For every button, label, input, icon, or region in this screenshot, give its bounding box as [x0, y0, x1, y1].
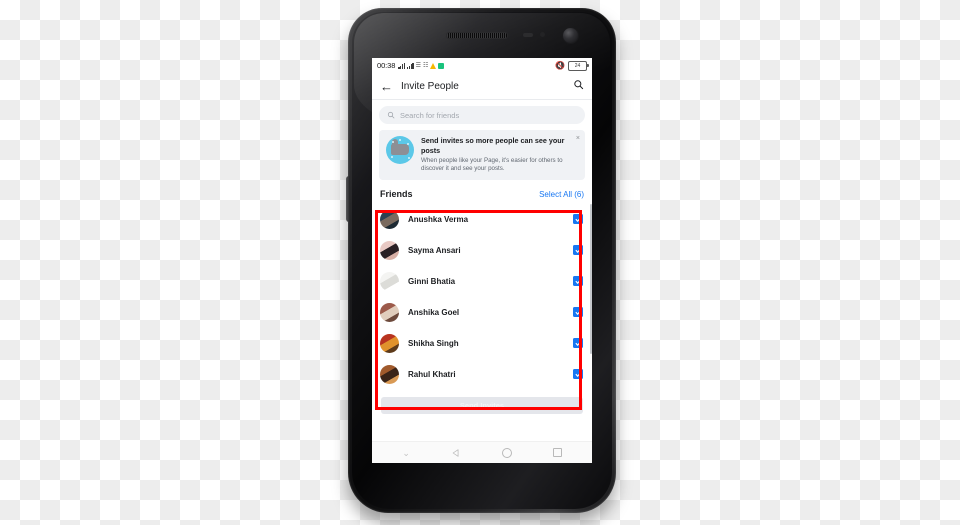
promo-banner-heading: Send invites so more people can see your…: [421, 136, 565, 155]
screenshot-canvas: 00:38 ☰ ☷ 🔇 24 ← Invite People Search fo…: [0, 0, 960, 525]
phone-screen: 00:38 ☰ ☷ 🔇 24 ← Invite People Search fo…: [372, 58, 592, 463]
promo-banner[interactable]: Send invites so more people can see your…: [379, 130, 585, 180]
friends-list: Anushka Verma Sayma Ansari Ginni Bhatia Ans…: [372, 203, 592, 390]
avatar: [380, 302, 399, 322]
thumbs-up-icon: [386, 136, 414, 164]
close-icon[interactable]: ×: [576, 135, 580, 142]
app-badge-yellow-icon: [430, 63, 437, 69]
phone-frame: 00:38 ☰ ☷ 🔇 24 ← Invite People Search fo…: [346, 8, 616, 513]
friend-checkbox[interactable]: [573, 338, 583, 349]
volume-button[interactable]: [346, 176, 350, 222]
search-field-icon: [387, 106, 395, 124]
friend-checkbox[interactable]: [573, 307, 583, 318]
light-sensor-icon: [540, 32, 545, 37]
select-all-button[interactable]: Select All (6): [539, 190, 584, 199]
friend-row[interactable]: Rahul Khatri: [372, 359, 592, 390]
page-title: Invite People: [401, 80, 459, 92]
send-invites-button[interactable]: Send Invites: [381, 396, 583, 414]
friend-row[interactable]: Anshika Goel: [372, 297, 592, 328]
battery-level: 24: [574, 62, 581, 69]
list-scrollbar[interactable]: [590, 203, 592, 354]
friend-name: Anshika Goel: [408, 307, 460, 317]
promo-banner-body: When people like your Page, it's easier …: [421, 157, 563, 173]
signal-bars-2-icon: [406, 62, 414, 69]
earpiece-speaker-icon: [446, 32, 509, 39]
app-bar: ← Invite People: [372, 73, 592, 100]
search-placeholder: Search for friends: [400, 110, 460, 120]
friend-checkbox[interactable]: [573, 214, 583, 225]
friend-row[interactable]: Ginni Bhatia: [372, 266, 592, 297]
mute-icon: 🔇: [555, 61, 565, 70]
promo-banner-section: Send invites so more people can see your…: [372, 128, 592, 185]
promo-banner-text: Send invites so more people can see your…: [421, 136, 578, 174]
android-nav-bar: ⌄: [372, 441, 592, 463]
friend-name: Sayma Ansari: [408, 245, 461, 255]
search-icon[interactable]: [573, 77, 584, 95]
friend-checkbox[interactable]: [573, 245, 583, 256]
status-bar-right-icons: 🔇 24: [555, 60, 589, 71]
friend-name: Ginni Bhatia: [408, 276, 456, 286]
friend-checkbox[interactable]: [573, 276, 583, 287]
search-input[interactable]: Search for friends: [379, 106, 585, 124]
nav-home-icon[interactable]: [501, 447, 512, 458]
battery-icon: 24: [568, 60, 589, 71]
avatar: [380, 364, 399, 384]
proximity-sensor-icon: [523, 33, 533, 37]
sim-icon: ☰: [415, 63, 422, 69]
nav-back-icon[interactable]: [451, 448, 461, 458]
avatar: [380, 209, 399, 229]
avatar: [380, 333, 399, 353]
friend-name: Anushka Verma: [408, 214, 469, 224]
front-camera-icon: [562, 27, 579, 44]
search-section: Search for friends: [372, 100, 592, 128]
friend-row[interactable]: Sayma Ansari: [372, 235, 592, 266]
signal-bars-icon: [398, 62, 405, 69]
friend-name: Rahul Khatri: [408, 369, 456, 379]
friend-name: Shikha Singh: [408, 338, 459, 348]
back-arrow-icon[interactable]: ←: [380, 80, 393, 93]
avatar: [380, 240, 399, 260]
status-bar-clock: 00:38: [377, 61, 396, 70]
friend-row[interactable]: Shikha Singh: [372, 328, 592, 359]
nav-recents-icon[interactable]: [552, 448, 562, 457]
app-badge-green-icon: [438, 63, 445, 69]
status-bar: 00:38 ☰ ☷ 🔇 24: [372, 58, 592, 73]
avatar: [380, 271, 399, 291]
friend-checkbox[interactable]: [573, 369, 583, 380]
friends-section-label: Friends: [380, 188, 413, 199]
friend-row[interactable]: Anushka Verma: [372, 204, 592, 235]
network-icon: ☷: [423, 63, 429, 69]
friends-header: Friends Select All (6): [372, 184, 592, 204]
status-bar-left-icons: ☰ ☷: [398, 62, 445, 69]
footer-section: Send Invites: [372, 389, 592, 414]
